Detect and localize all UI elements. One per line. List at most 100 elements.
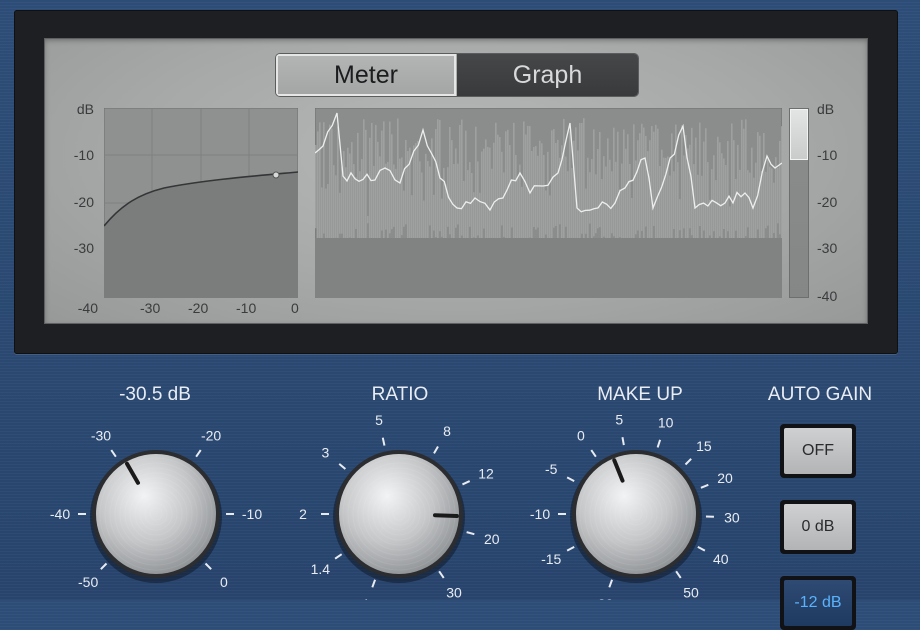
history-bar <box>483 149 485 229</box>
threshold-point-icon[interactable] <box>273 172 279 178</box>
history-bar <box>607 138 609 245</box>
scale-label: -50 <box>78 574 98 590</box>
history-bar <box>745 119 747 236</box>
scale-tick <box>462 481 469 484</box>
history-bar <box>335 175 337 238</box>
history-bar <box>441 199 443 237</box>
history-bar <box>557 140 559 243</box>
gain-reduction-meter <box>789 108 809 298</box>
history-bar <box>653 132 655 226</box>
history-bar <box>681 125 683 253</box>
scale-tick <box>609 580 612 588</box>
history-bar <box>537 156 539 228</box>
history-bar <box>757 132 759 229</box>
scale-tick <box>101 563 107 569</box>
threshold-knob[interactable] <box>90 450 222 583</box>
scale-label: 40 <box>713 551 729 567</box>
history-bar <box>717 137 719 249</box>
history-bar <box>657 129 659 255</box>
history-bar <box>747 170 749 227</box>
history-bar <box>381 131 383 231</box>
history-bar <box>497 135 499 239</box>
scale-label: -10 <box>242 506 262 522</box>
scale-label: 30 <box>446 585 462 600</box>
history-bar <box>355 177 357 229</box>
curve-x-label: -10 <box>236 300 256 316</box>
scale-tick <box>335 554 342 559</box>
history-bar <box>773 183 775 233</box>
history-bar <box>727 141 729 231</box>
scale-tick <box>196 450 201 457</box>
history-bar <box>545 190 547 234</box>
history-bar <box>585 189 587 234</box>
knob-area: -50-40-30-20-10011.42358122030-20-15-10-… <box>0 380 920 600</box>
history-bar <box>603 156 605 237</box>
tab-graph[interactable]: Graph <box>457 54 638 96</box>
history-bar <box>513 123 515 243</box>
history-bar <box>391 134 393 229</box>
history-bar <box>339 193 341 234</box>
history-bar <box>593 129 595 236</box>
history-bar <box>535 146 537 230</box>
scale-label: -10 <box>530 506 550 522</box>
history-bar <box>351 142 353 243</box>
auto-gain-0db-label: 0 dB <box>784 504 852 550</box>
auto-gain-minus12db-button[interactable]: -12 dB <box>780 576 856 630</box>
history-bar <box>735 179 737 231</box>
history-bar <box>337 126 339 238</box>
history-bar <box>645 136 647 226</box>
history-bar <box>705 128 707 241</box>
history-bar <box>579 123 581 240</box>
scale-label: 0 <box>577 427 585 443</box>
tab-meter[interactable]: Meter <box>276 54 456 96</box>
history-bar <box>435 129 437 237</box>
history-bar <box>347 148 349 254</box>
auto-gain-off-button[interactable]: OFF <box>780 424 856 478</box>
view-toggle: Meter Graph <box>276 54 638 96</box>
history-bar <box>689 145 691 229</box>
history-bar <box>493 143 495 243</box>
history-bar <box>771 168 773 246</box>
history-bar <box>655 125 657 253</box>
history-bar <box>315 145 317 228</box>
right-db-label: -20 <box>817 194 837 210</box>
history-bar <box>457 164 459 225</box>
history-bar <box>619 189 621 237</box>
history-bar <box>377 142 379 255</box>
history-bar <box>713 155 715 231</box>
history-bar <box>495 123 497 239</box>
history-bar <box>445 184 447 241</box>
scale-tick <box>701 485 708 488</box>
right-db-unit: dB <box>817 101 834 117</box>
history-bar <box>651 126 653 247</box>
scale-label: 20 <box>484 531 500 547</box>
history-bar <box>317 131 319 245</box>
scale-label: 1 <box>362 596 370 600</box>
history-bar <box>547 152 549 244</box>
history-bar <box>709 200 711 235</box>
history-bar <box>481 152 483 239</box>
scale-label: -20 <box>593 596 613 600</box>
scale-label: 10 <box>658 415 674 431</box>
history-bar <box>699 123 701 227</box>
history-bar <box>673 171 675 229</box>
history-bar <box>489 148 491 240</box>
history-bar <box>779 141 781 234</box>
auto-gain-0db-button[interactable]: 0 dB <box>780 500 856 554</box>
ratio-knob[interactable] <box>333 450 465 583</box>
makeup-knob[interactable] <box>570 450 702 583</box>
history-bar <box>549 195 551 241</box>
history-bar <box>695 138 697 253</box>
scale-tick <box>685 459 691 465</box>
history-bar <box>331 128 333 247</box>
scale-label: 1.4 <box>311 561 331 577</box>
history-bar <box>449 127 451 234</box>
history-bar <box>419 161 421 247</box>
history-bar <box>443 168 445 241</box>
history-bar <box>777 168 779 224</box>
history-bar <box>723 159 725 230</box>
left-db-unit: dB <box>54 101 94 117</box>
history-bar <box>507 130 509 253</box>
scale-label: 0 <box>220 574 228 590</box>
scale-label: 12 <box>478 465 494 481</box>
